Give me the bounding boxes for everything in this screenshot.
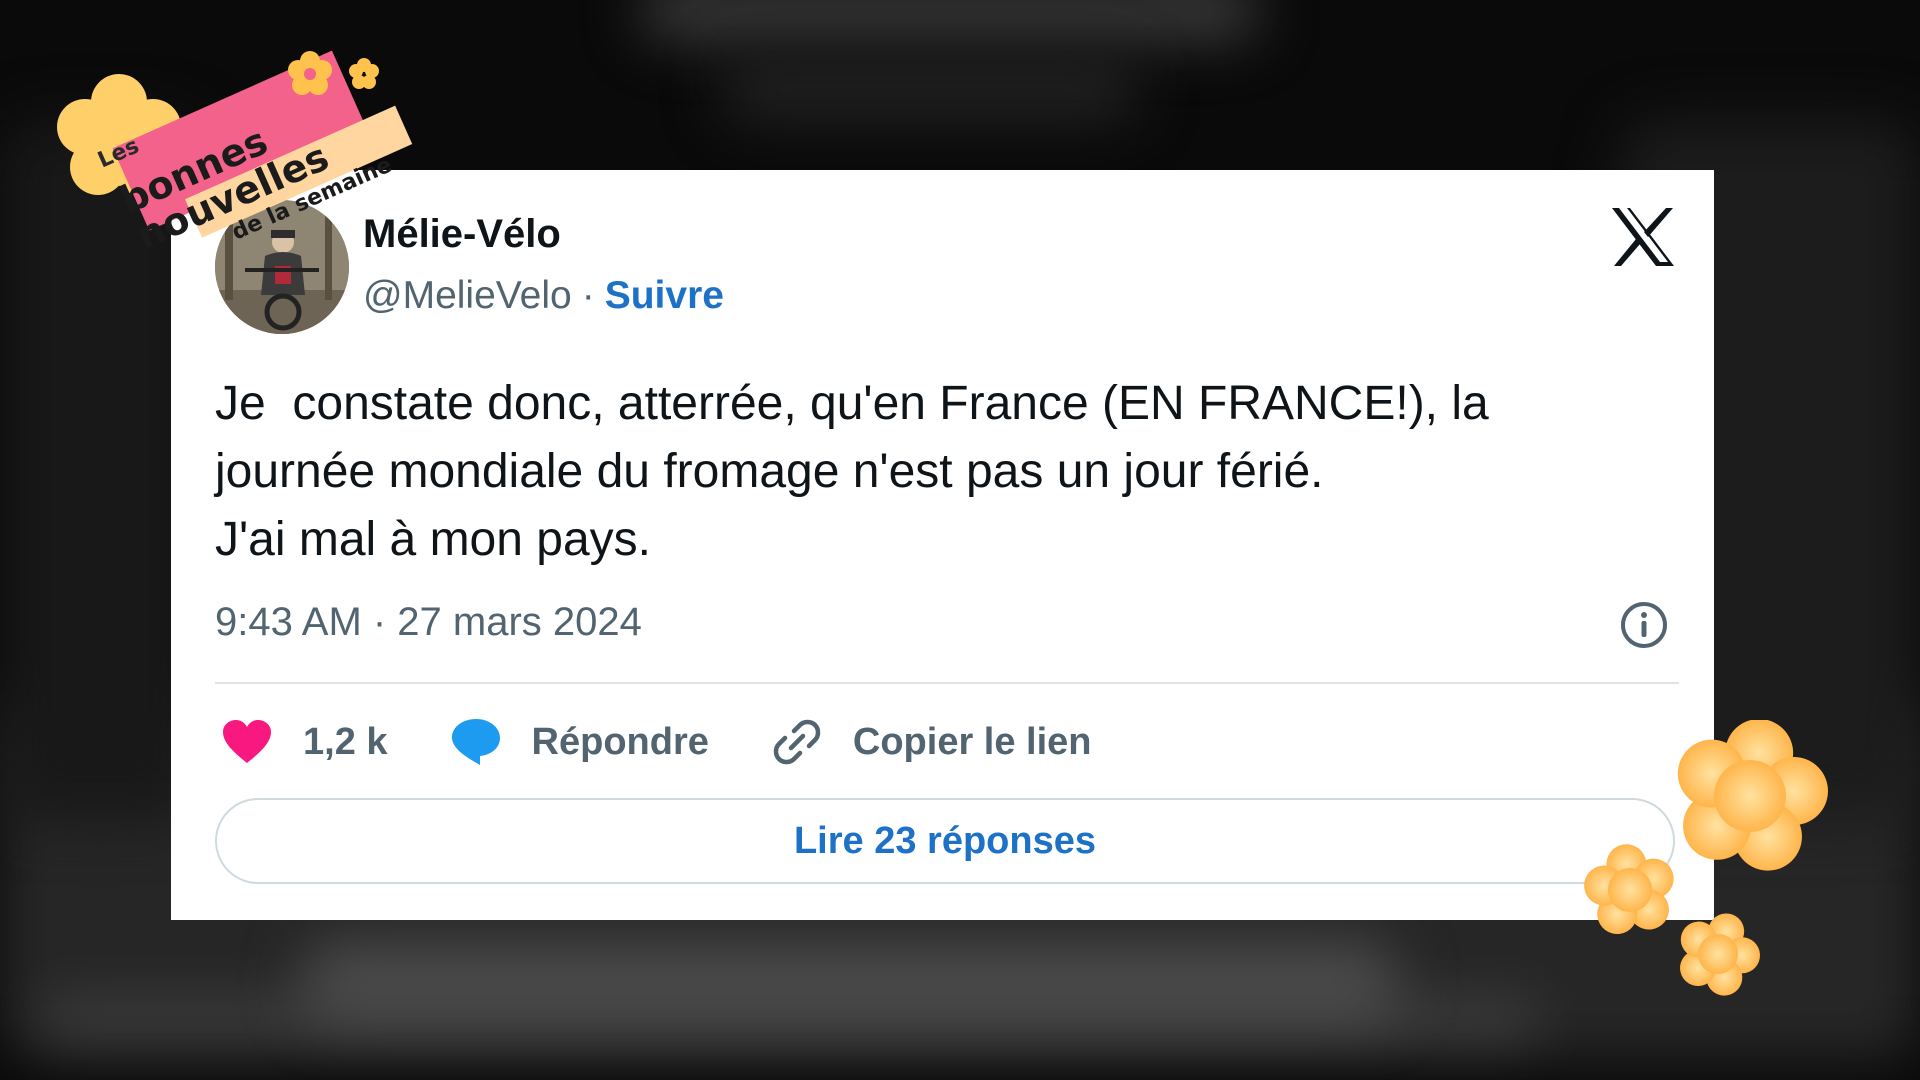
tweet-text: Je constate donc, atterrée, qu'en France… [215, 370, 1675, 574]
flower-large [1677, 720, 1828, 871]
info-icon[interactable] [1619, 600, 1669, 650]
copy-link-label: Copier le lien [852, 720, 1092, 763]
separator-dot: · [581, 274, 595, 317]
weekly-good-news-badge: Les bonnes nouvelles de la semaine [57, 50, 413, 258]
tweet-text-line: Je constate donc, atterrée, qu'en France… [215, 377, 1489, 430]
x-logo-icon[interactable] [1610, 206, 1676, 268]
flower-medium [1584, 844, 1674, 935]
tweet-timestamp[interactable]: 9:43 AM · 27 mars 2024 [215, 600, 642, 645]
handle-row: @MelieVelo · Suivre [363, 274, 724, 318]
user-handle[interactable]: @MelieVelo [363, 274, 572, 317]
follow-button[interactable]: Suivre [605, 274, 724, 317]
tweet-text-line: journée mondiale du fromage n'est pas un… [215, 445, 1324, 498]
like-button[interactable]: 1,2 k [221, 716, 388, 768]
flower-small [1680, 913, 1761, 996]
reply-button[interactable]: Répondre [450, 716, 709, 768]
like-count: 1,2 k [303, 720, 388, 763]
decorative-flowers [1584, 720, 1828, 996]
tweet-card: Mélie-Vélo @MelieVelo · Suivre Je constate… [171, 170, 1714, 920]
read-replies-label: Lire 23 réponses [793, 819, 1097, 862]
tweet-text-line: J'ai mal à mon pays. [215, 513, 652, 566]
heart-icon [221, 716, 273, 768]
copy-link-button[interactable]: Copier le lien [771, 716, 1092, 768]
link-icon [771, 716, 823, 768]
speech-bubble-icon [450, 716, 502, 768]
read-replies-button[interactable]: Lire 23 réponses [215, 798, 1675, 884]
tweet-actions: 1,2 k Répondre Copier le lien [221, 712, 1154, 772]
reply-label: Répondre [531, 720, 709, 763]
divider [215, 682, 1679, 684]
